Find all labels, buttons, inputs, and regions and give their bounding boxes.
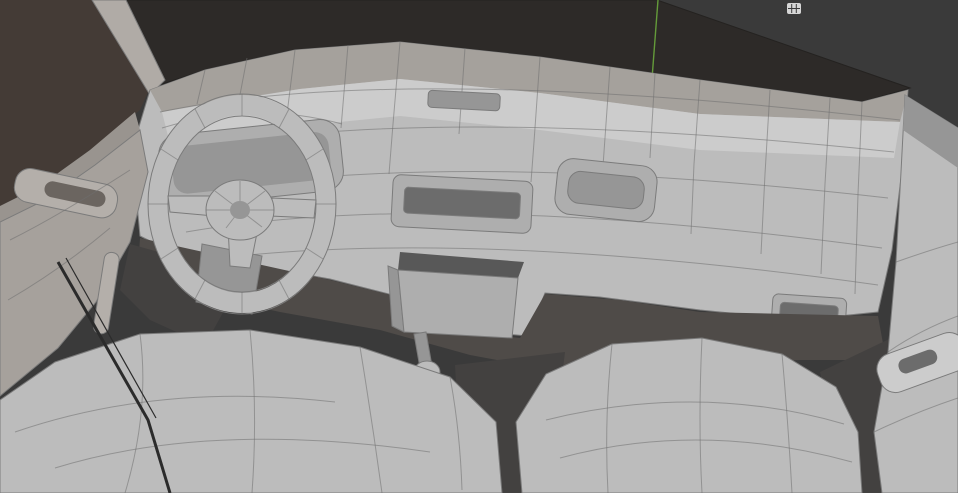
center-vent[interactable] [427, 89, 501, 112]
steering-spoke-right[interactable] [269, 197, 317, 219]
glovebox-recess[interactable] [553, 157, 658, 223]
viewport-canvas[interactable] [0, 0, 958, 493]
radio-recess[interactable] [390, 174, 534, 234]
center-console-box[interactable] [387, 252, 524, 339]
viewport-3d[interactable] [0, 0, 958, 493]
steering-hub-cap [230, 201, 250, 219]
grid-gizmo-icon[interactable] [787, 3, 801, 14]
